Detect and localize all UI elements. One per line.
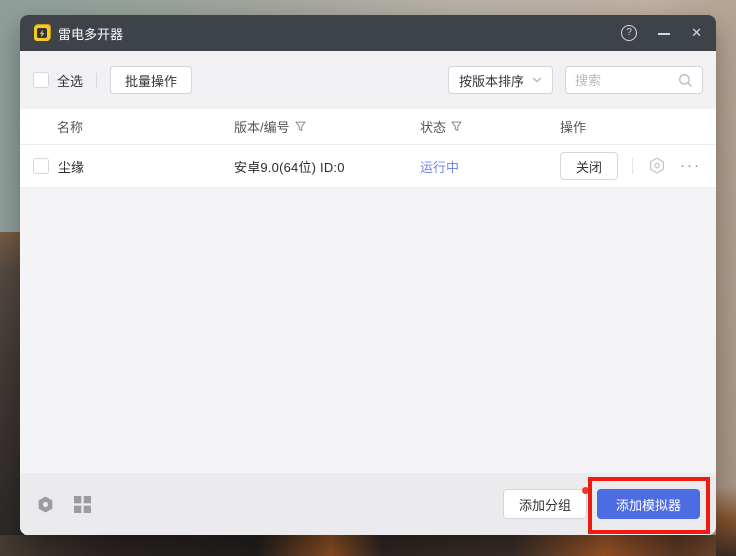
app-logo-icon (34, 25, 50, 41)
search-input[interactable] (575, 73, 678, 88)
select-all-label: 全选 (57, 71, 83, 90)
filter-icon[interactable] (295, 121, 306, 132)
notification-dot (582, 487, 589, 494)
close-emulator-button[interactable]: 关闭 (560, 152, 618, 180)
column-header-status: 状态 (420, 117, 560, 136)
settings-icon[interactable] (36, 495, 55, 514)
column-header-name: 名称 (20, 117, 234, 136)
emulator-version: 安卓9.0(64位) ID:0 (234, 157, 345, 176)
wallpaper-rock-bottom (0, 535, 736, 556)
more-actions-icon[interactable]: ··· (680, 161, 701, 171)
minimize-icon[interactable] (658, 25, 670, 41)
lightning-bolt-icon (38, 29, 46, 38)
close-icon[interactable]: ✕ (691, 25, 702, 41)
emulator-name: 尘缘 (58, 157, 84, 176)
batch-operations-button[interactable]: 批量操作 (110, 66, 192, 94)
titlebar: 雷电多开器 ? ✕ (20, 15, 716, 51)
add-emulator-button[interactable]: 添加模拟器 (597, 489, 700, 519)
row-checkbox[interactable] (33, 158, 49, 174)
empty-list-area (20, 188, 716, 473)
sort-dropdown-value: 按版本排序 (459, 71, 524, 90)
wallpaper-rock-right (716, 486, 736, 556)
toolbar-divider (96, 73, 97, 88)
toolbar: 全选 批量操作 按版本排序 (20, 51, 716, 109)
footer-bar: 添加分组 添加模拟器 (20, 473, 716, 535)
filter-icon[interactable] (451, 121, 462, 132)
table-header: 名称 版本/编号 状态 操作 (20, 109, 716, 145)
search-box (565, 66, 703, 94)
sort-dropdown[interactable]: 按版本排序 (448, 66, 553, 94)
add-group-button[interactable]: 添加分组 (503, 489, 587, 519)
status-badge: 运行中 (420, 157, 459, 176)
emulator-row[interactable]: 尘缘 安卓9.0(64位) ID:0 运行中 关闭 ··· (20, 145, 716, 188)
column-header-action: 操作 (560, 117, 716, 136)
configure-icon[interactable] (647, 156, 667, 176)
column-header-version: 版本/编号 (234, 117, 420, 136)
multi-instance-grid-icon[interactable] (74, 496, 91, 513)
window-title: 雷电多开器 (58, 24, 123, 43)
action-divider (632, 158, 633, 174)
chevron-down-icon (532, 77, 542, 83)
search-icon[interactable] (678, 73, 693, 88)
select-all-checkbox[interactable] (33, 72, 49, 88)
batch-operations-label: 批量操作 (125, 71, 177, 90)
app-window: 雷电多开器 ? ✕ 全选 批量操作 按版本排序 (20, 15, 716, 535)
help-icon[interactable]: ? (621, 25, 637, 41)
